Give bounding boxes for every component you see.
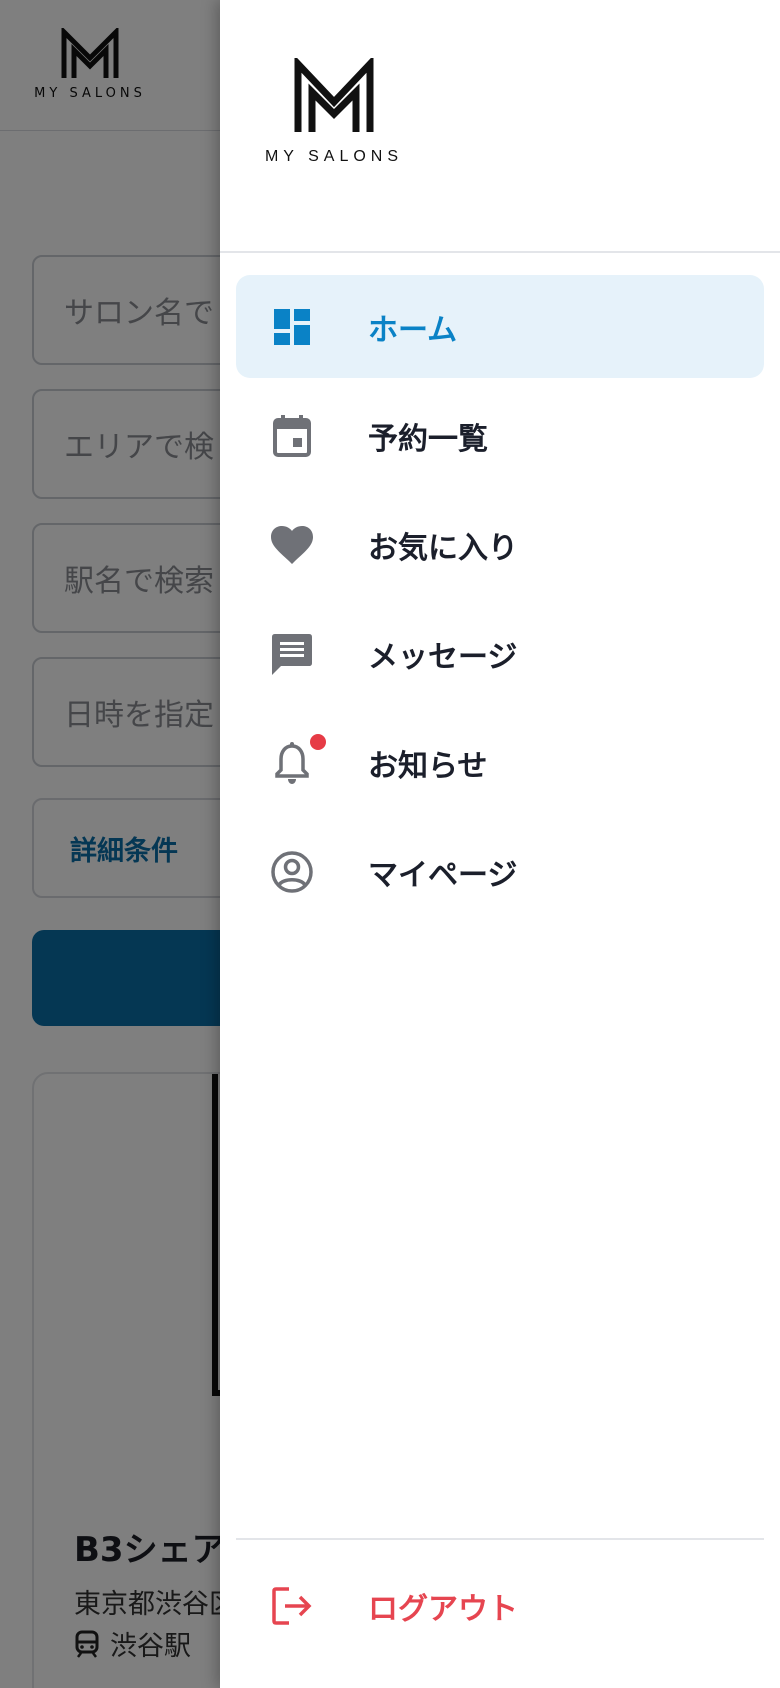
drawer-divider <box>236 1538 764 1540</box>
drawer-logo[interactable]: MY SALONS <box>250 55 418 166</box>
nav-label: ホーム <box>368 312 458 348</box>
drawer-nav-list: ホーム 予約一覧 お気に入り メッセージ お知らせ マイページ <box>236 275 764 930</box>
nav-item-favorites[interactable]: お気に入り <box>236 494 764 596</box>
logout-button[interactable]: ログアウト <box>236 1555 764 1657</box>
nav-item-home[interactable]: ホーム <box>236 275 764 378</box>
nav-label: メッセージ <box>368 640 518 675</box>
account-circle-icon <box>270 850 314 894</box>
logout-label: ログアウト <box>368 1592 518 1627</box>
logout-icon <box>270 1584 314 1628</box>
nav-label: お気に入り <box>368 531 518 566</box>
logo-mark-icon <box>294 55 374 132</box>
nav-label: 予約一覧 <box>368 422 488 457</box>
notification-badge <box>310 734 326 750</box>
nav-item-mypage[interactable]: マイページ <box>236 821 764 923</box>
nav-label: お知らせ <box>368 749 488 784</box>
bell-icon <box>270 741 314 785</box>
drawer-divider <box>220 251 780 253</box>
nav-item-reservations[interactable]: 予約一覧 <box>236 385 764 487</box>
navigation-drawer: MY SALONS ホーム 予約一覧 お気に入り メッセージ お知らせ マイペー… <box>220 0 780 1688</box>
calendar-icon <box>270 414 314 458</box>
message-icon <box>270 632 314 676</box>
heart-icon <box>270 523 314 567</box>
nav-item-notifications[interactable]: お知らせ <box>236 712 764 814</box>
nav-item-messages[interactable]: メッセージ <box>236 603 764 705</box>
nav-label: マイページ <box>368 858 518 893</box>
logo-text: MY SALONS <box>264 148 404 165</box>
dashboard-icon <box>270 305 314 349</box>
